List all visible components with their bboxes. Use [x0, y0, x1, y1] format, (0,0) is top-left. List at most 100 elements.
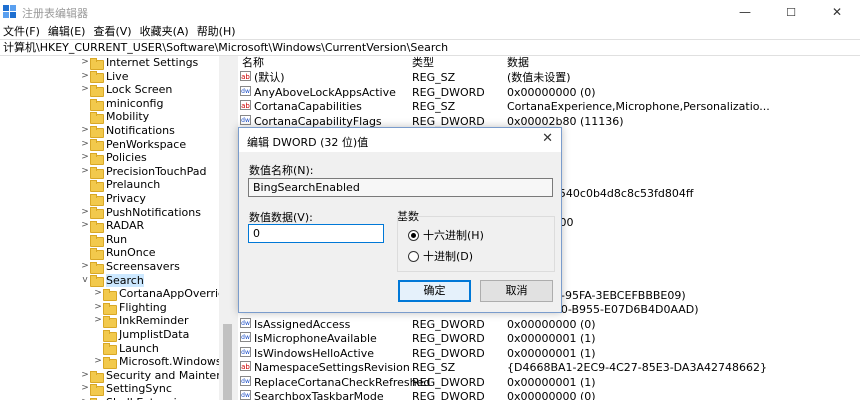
tree-item-label: InkReminder: [119, 314, 189, 328]
value-name-field[interactable]: BingSearchEnabled: [248, 178, 553, 197]
decimal-radio[interactable]: 十进制(D): [408, 248, 473, 264]
tree-item[interactable]: > Screensavers: [80, 260, 180, 274]
value-row[interactable]: dw IsMicrophoneAvailable REG_DWORD 0x000000…: [238, 332, 860, 347]
tree-item-label: Notifications: [106, 124, 175, 137]
tree-item[interactable]: Prelaunch: [80, 178, 161, 193]
tree-item-label: PenWorkspace: [106, 137, 187, 151]
tree-item[interactable]: v Search: [80, 273, 144, 288]
minimize-button[interactable]: —: [722, 0, 768, 24]
dialog-close-icon[interactable]: ✕: [542, 131, 553, 146]
tree-item[interactable]: Privacy: [80, 192, 146, 206]
tree-item[interactable]: > InkReminder: [93, 314, 189, 329]
tree-item-label: Security and Maintenanc: [106, 368, 236, 382]
tree-item[interactable]: miniconfig: [80, 97, 163, 111]
string-value-icon: ab: [240, 71, 251, 81]
chevron-right-icon[interactable]: >: [80, 165, 90, 179]
chevron-right-icon[interactable]: >: [80, 369, 90, 383]
menu-file[interactable]: 文件(F): [0, 24, 43, 39]
value-row[interactable]: ab NamespaceSettingsRevision REG_SZ {D4668B…: [238, 361, 860, 376]
folder-icon: [90, 370, 104, 383]
close-button[interactable]: ✕: [814, 0, 860, 24]
tree-item[interactable]: RunOnce: [80, 246, 156, 261]
chevron-right-icon[interactable]: >: [80, 206, 90, 220]
tree-scrollbar[interactable]: [219, 56, 236, 400]
value-data: {D4668BA1-2EC9-4C27-85E3-DA3A42748662}: [507, 361, 767, 374]
value-type: REG_DWORD: [412, 346, 485, 360]
tree-item[interactable]: JumplistData: [93, 328, 189, 342]
tree-item-label: miniconfig: [106, 96, 164, 110]
value-row[interactable]: dw IsAssignedAccess REG_DWORD 0x00000000 (0…: [238, 317, 860, 333]
tree-item[interactable]: > PrecisionTouchPad: [80, 165, 207, 179]
chevron-right-icon[interactable]: >: [80, 151, 90, 165]
menu-favorites[interactable]: 收藏夹(A): [137, 24, 192, 39]
chevron-right-icon[interactable]: >: [80, 56, 90, 70]
ok-button[interactable]: 确定: [398, 280, 471, 302]
tree-item[interactable]: > PushNotifications: [80, 206, 201, 220]
tree-item-label: Lock Screen: [106, 83, 173, 97]
column-header-name[interactable]: 名称: [242, 56, 264, 70]
tree-item[interactable]: > Security and Maintenanc: [80, 369, 236, 383]
chevron-right-icon[interactable]: >: [80, 396, 90, 400]
value-row[interactable]: dw ReplaceCortanaCheckRefreshed REG_DWORD 0…: [238, 375, 860, 391]
maximize-button[interactable]: ☐: [768, 0, 814, 24]
tree-item[interactable]: Run: [80, 233, 127, 247]
chevron-right-icon[interactable]: >: [80, 70, 90, 84]
edit-dword-dialog: 编辑 DWORD (32 位)值 ✕ 数值名称(N): BingSearchEn…: [238, 127, 562, 313]
chevron-right-icon[interactable]: >: [93, 301, 103, 315]
value-name: NamespaceSettingsRevision: [254, 361, 410, 374]
column-header-data[interactable]: 数据: [507, 56, 529, 70]
tree-item[interactable]: Launch: [93, 342, 159, 356]
chevron-right-icon[interactable]: >: [93, 314, 103, 328]
tree-item[interactable]: > Live: [80, 70, 128, 84]
value-type: REG_SZ: [412, 100, 456, 113]
tree-item[interactable]: > Flighting: [93, 301, 167, 315]
tree-item[interactable]: > Internet Settings: [80, 56, 198, 70]
cancel-button[interactable]: 取消: [480, 280, 553, 302]
hex-radio[interactable]: 十六进制(H): [408, 227, 484, 243]
tree-item-label: Screensavers: [106, 260, 180, 273]
chevron-right-icon[interactable]: >: [80, 124, 90, 138]
value-type: REG_DWORD: [412, 85, 485, 99]
value-row[interactable]: ab CortanaCapabilities REG_SZ CortanaExperi…: [238, 100, 860, 115]
chevron-right-icon[interactable]: >: [80, 382, 90, 396]
menu-edit[interactable]: 编辑(E): [45, 24, 89, 39]
tree-item-label: PushNotifications: [106, 205, 201, 219]
chevron-right-icon[interactable]: >: [80, 260, 90, 274]
tree-item[interactable]: > SettingSync: [80, 382, 172, 397]
hex-radio-label: 十六进制(H): [423, 229, 484, 242]
tree-item[interactable]: > Lock Screen: [80, 83, 172, 97]
chevron-right-icon[interactable]: >: [93, 287, 103, 301]
value-row[interactable]: dw SearchboxTaskbarMode REG_DWORD 0x0000000…: [238, 390, 860, 400]
value-row[interactable]: ab (默认) REG_SZ (数值未设置): [238, 71, 860, 86]
chevron-right-icon[interactable]: >: [80, 219, 90, 233]
chevron-right-icon[interactable]: >: [80, 83, 90, 97]
string-value-icon: ab: [240, 100, 251, 110]
tree-item[interactable]: > Microsoft.Windows.Co: [93, 355, 236, 369]
tree-item[interactable]: > Policies: [80, 151, 147, 165]
folder-icon: [90, 220, 104, 233]
value-data: 0x00000000 (0): [507, 317, 596, 331]
decimal-radio-label: 十进制(D): [423, 250, 474, 263]
tree-item-label: Flighting: [119, 300, 167, 314]
address-bar[interactable]: 计算机\HKEY_CURRENT_USER\Software\Microsoft…: [0, 39, 860, 56]
tree-item[interactable]: > Notifications: [80, 124, 175, 138]
chevron-right-icon[interactable]: >: [80, 138, 90, 152]
tree-item-label: Prelaunch: [106, 178, 161, 192]
tree-item[interactable]: > CortanaAppOverride: [93, 287, 232, 301]
chevron-down-icon[interactable]: v: [80, 274, 90, 288]
tree-item[interactable]: > Shell Extensions: [80, 396, 196, 400]
tree-scrollbar-thumb[interactable]: [223, 324, 232, 400]
tree-item[interactable]: Mobility: [80, 110, 149, 125]
value-row[interactable]: dw AnyAboveLockAppsActive REG_DWORD 0x00000…: [238, 85, 860, 101]
tree-item-label: RADAR: [106, 219, 145, 233]
tree-item[interactable]: > PenWorkspace: [80, 138, 186, 152]
menu-view[interactable]: 查看(V): [90, 24, 134, 39]
column-header-type[interactable]: 类型: [412, 56, 434, 70]
menu-help[interactable]: 帮助(H): [194, 24, 239, 39]
chevron-right-icon[interactable]: >: [93, 355, 103, 369]
value-name: IsMicrophoneAvailable: [254, 332, 377, 345]
tree-item-label: SettingSync: [106, 382, 172, 396]
value-row[interactable]: dw IsWindowsHelloActive REG_DWORD 0x0000000…: [238, 346, 860, 362]
tree-item[interactable]: > RADAR: [80, 219, 144, 233]
value-data-input[interactable]: 0: [248, 224, 384, 243]
